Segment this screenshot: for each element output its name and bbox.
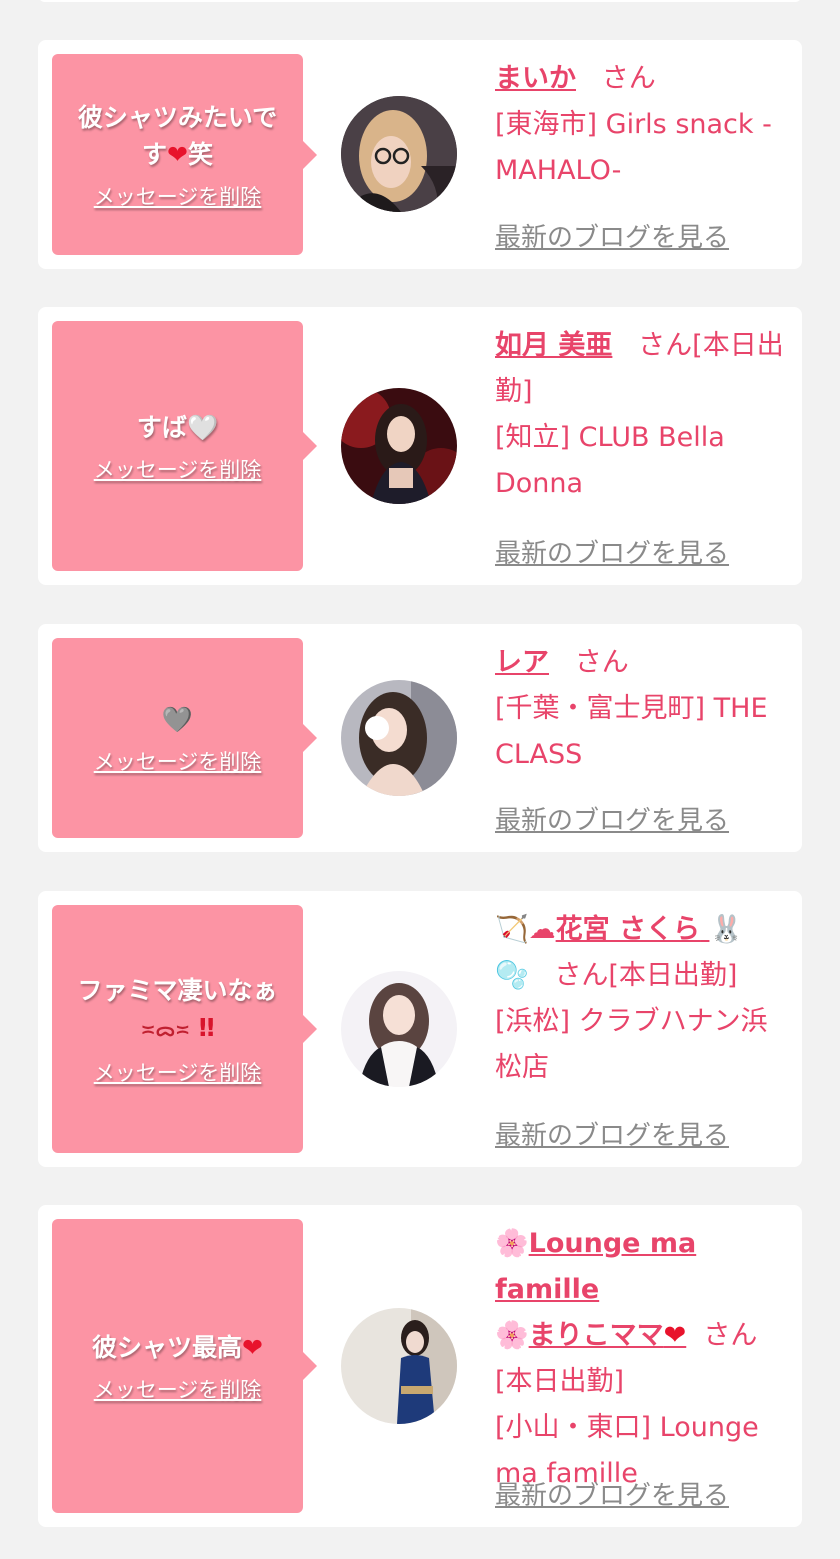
- store-label: [浜松] クラブハナン浜松店: [495, 1006, 768, 1083]
- rabbit-icon: 🐰: [709, 914, 744, 945]
- message-text: 🩶: [162, 701, 193, 738]
- cast-name-link[interactable]: 🌸Lounge ma famille 🌸まりこママ❤: [495, 1228, 696, 1351]
- avatar[interactable]: [341, 1308, 457, 1424]
- double-exclamation-icon: ‼: [198, 1012, 215, 1042]
- avatar[interactable]: [341, 680, 457, 796]
- bow-and-cloud-icon: 🏹☁: [495, 914, 556, 945]
- view-blog-link[interactable]: 最新のブログを見る: [495, 217, 729, 254]
- message-text: 彼シャツ最高❤: [92, 1332, 263, 1362]
- heart-icon: ❤: [242, 1332, 263, 1362]
- cast-name-link[interactable]: 如月 美亜: [495, 330, 612, 361]
- message-card: 彼シャツ最高❤ メッセージを削除 🌸Lounge ma famille 🌸まりこマ…: [38, 1205, 802, 1527]
- heart-icon: ❤: [167, 139, 188, 169]
- cast-info: 🌸Lounge ma famille 🌸まりこママ❤ さん[本日出勤] [小山・東…: [495, 1221, 787, 1497]
- view-blog-link[interactable]: 最新のブログを見る: [495, 1475, 729, 1512]
- message-bubble: 🩶 メッセージを削除: [52, 638, 317, 838]
- view-blog-link[interactable]: 最新のブログを見る: [495, 533, 729, 570]
- flower-icon: 🌸: [495, 1228, 529, 1259]
- message-bubble: すば🤍 メッセージを削除: [52, 321, 317, 571]
- message-bubble: 彼シャツ最高❤ メッセージを削除: [52, 1219, 317, 1513]
- bubbles-icon: 🫧: [495, 960, 529, 991]
- avatar[interactable]: [341, 388, 457, 504]
- cast-info: 🏹☁花宮 さくら 🐰 🫧 さん[本日出勤] [浜松] クラブハナン浜松店: [495, 907, 787, 1091]
- delete-message-link[interactable]: メッセージを削除: [94, 1057, 262, 1087]
- message-card: すば🤍 メッセージを削除 如月 美亜 さん[本日出勤] [知立] CLUB Be…: [38, 307, 802, 585]
- message-text: すば🤍: [136, 412, 219, 442]
- message-card: ファミマ凄いなぁ ≍ᯅ≍ ‼ メッセージを削除 🏹☁花宮 さくら 🐰 🫧 さん[…: [38, 891, 802, 1167]
- gray-heart-icon: 🩶: [161, 704, 194, 734]
- cast-info: レア さん [千葉・富士見町] THE CLASS: [495, 640, 787, 778]
- message-card: 彼シャツみたいです❤笑 メッセージを削除 まいか さん [東海市] Girls …: [38, 40, 802, 269]
- heart-icon: ❤: [663, 1320, 687, 1351]
- cast-name-link[interactable]: レア: [495, 647, 549, 678]
- message-text: ファミマ凄いなぁ ≍ᯅ≍ ‼: [77, 975, 278, 1042]
- message-card: 🩶 メッセージを削除 レア さん [千葉・富士見町] THE CLASS 最新の…: [38, 624, 802, 852]
- honorific-label: さん[本日出勤]: [554, 960, 738, 991]
- cast-info: 如月 美亜 さん[本日出勤] [知立] CLUB Bella Donna: [495, 323, 787, 507]
- delete-message-link[interactable]: メッセージを削除: [94, 746, 262, 776]
- view-blog-link[interactable]: 最新のブログを見る: [495, 1115, 729, 1152]
- cast-name-link[interactable]: 🏹☁花宮 さくら 🐰: [495, 914, 743, 945]
- white-heart-icon: 🤍: [186, 412, 219, 442]
- delete-message-link[interactable]: メッセージを削除: [94, 1374, 262, 1404]
- honorific-label: さん: [601, 63, 656, 94]
- store-label: [千葉・富士見町] THE CLASS: [495, 693, 768, 770]
- honorific-label: さん: [574, 647, 629, 678]
- avatar[interactable]: [341, 96, 457, 212]
- store-label: [東海市] Girls snack -MAHALO-: [495, 109, 772, 186]
- cast-name-link[interactable]: まいか: [495, 63, 576, 94]
- message-bubble: ファミマ凄いなぁ ≍ᯅ≍ ‼ メッセージを削除: [52, 905, 317, 1153]
- store-label: [知立] CLUB Bella Donna: [495, 422, 725, 499]
- flower-icon: 🌸: [495, 1320, 529, 1351]
- face-emoji-icon: ≍ᯅ≍: [140, 1019, 191, 1041]
- message-bubble: 彼シャツみたいです❤笑 メッセージを削除: [52, 54, 317, 255]
- delete-message-link[interactable]: メッセージを削除: [94, 181, 262, 211]
- previous-card-edge: [38, 0, 802, 2]
- view-blog-link[interactable]: 最新のブログを見る: [495, 800, 729, 837]
- delete-message-link[interactable]: メッセージを削除: [94, 454, 262, 484]
- cast-info: まいか さん [東海市] Girls snack -MAHALO-: [495, 56, 787, 194]
- message-text: 彼シャツみたいです❤笑: [77, 102, 278, 169]
- avatar[interactable]: [341, 971, 457, 1087]
